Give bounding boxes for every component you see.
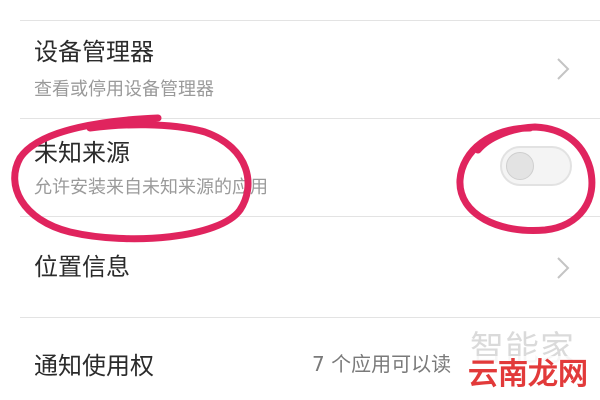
- item-title: 设备管理器: [34, 38, 154, 66]
- settings-item-location[interactable]: 位置信息: [0, 217, 600, 317]
- item-subtitle: 允许安装来自未知来源的应用: [34, 177, 268, 198]
- chevron-right-icon: [557, 58, 570, 80]
- notification-access-value: 7 个应用可以读: [312, 352, 452, 376]
- settings-item-device-admin[interactable]: 设备管理器 查看或停用设备管理器: [0, 21, 600, 118]
- item-title: 通知使用权: [34, 352, 154, 380]
- item-title: 位置信息: [34, 253, 130, 281]
- watermark-logo-text: 云南龙网: [468, 357, 588, 392]
- chevron-right-icon: [557, 257, 570, 279]
- item-subtitle: 查看或停用设备管理器: [34, 79, 214, 100]
- toggle-knob: [506, 152, 534, 180]
- item-title: 未知来源: [34, 139, 130, 167]
- unknown-sources-toggle[interactable]: [500, 146, 572, 186]
